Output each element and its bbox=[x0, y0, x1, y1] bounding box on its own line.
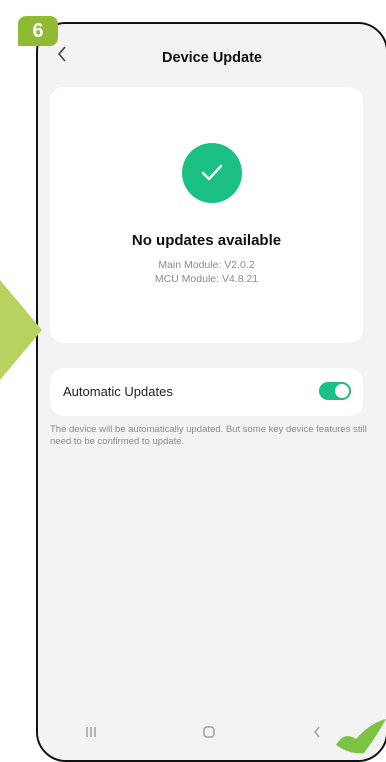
automatic-updates-row: Automatic Updates bbox=[50, 368, 363, 416]
automatic-updates-toggle[interactable] bbox=[319, 382, 351, 400]
top-bar: Device Update bbox=[38, 24, 386, 86]
chevron-left-icon bbox=[314, 726, 320, 738]
page-title: Device Update bbox=[162, 50, 262, 66]
status-title: No updates available bbox=[131, 232, 282, 249]
automatic-updates-label: Automatic Updates bbox=[63, 384, 173, 399]
recent-apps-icon bbox=[86, 727, 96, 737]
mcu-module-version: MCU Module: V4.8.21 bbox=[154, 273, 259, 285]
system-back-button[interactable] bbox=[302, 720, 332, 744]
main-module-version: Main Module: V2.0.2 bbox=[158, 259, 255, 271]
check-icon bbox=[182, 143, 242, 203]
recent-apps-button[interactable] bbox=[76, 720, 106, 744]
step-badge: 6 bbox=[18, 16, 58, 46]
automatic-updates-description: The device will be automatically updated… bbox=[50, 424, 367, 447]
update-status-card: No updates available Main Module: V2.0.2… bbox=[50, 87, 363, 343]
checkmark-logo-icon bbox=[336, 719, 386, 754]
pointer-arrow-icon bbox=[0, 280, 42, 380]
toggle-knob bbox=[335, 384, 349, 398]
home-button[interactable] bbox=[194, 720, 224, 744]
phone-frame: Device Update No updates available Main … bbox=[36, 22, 386, 762]
home-icon bbox=[203, 726, 215, 738]
